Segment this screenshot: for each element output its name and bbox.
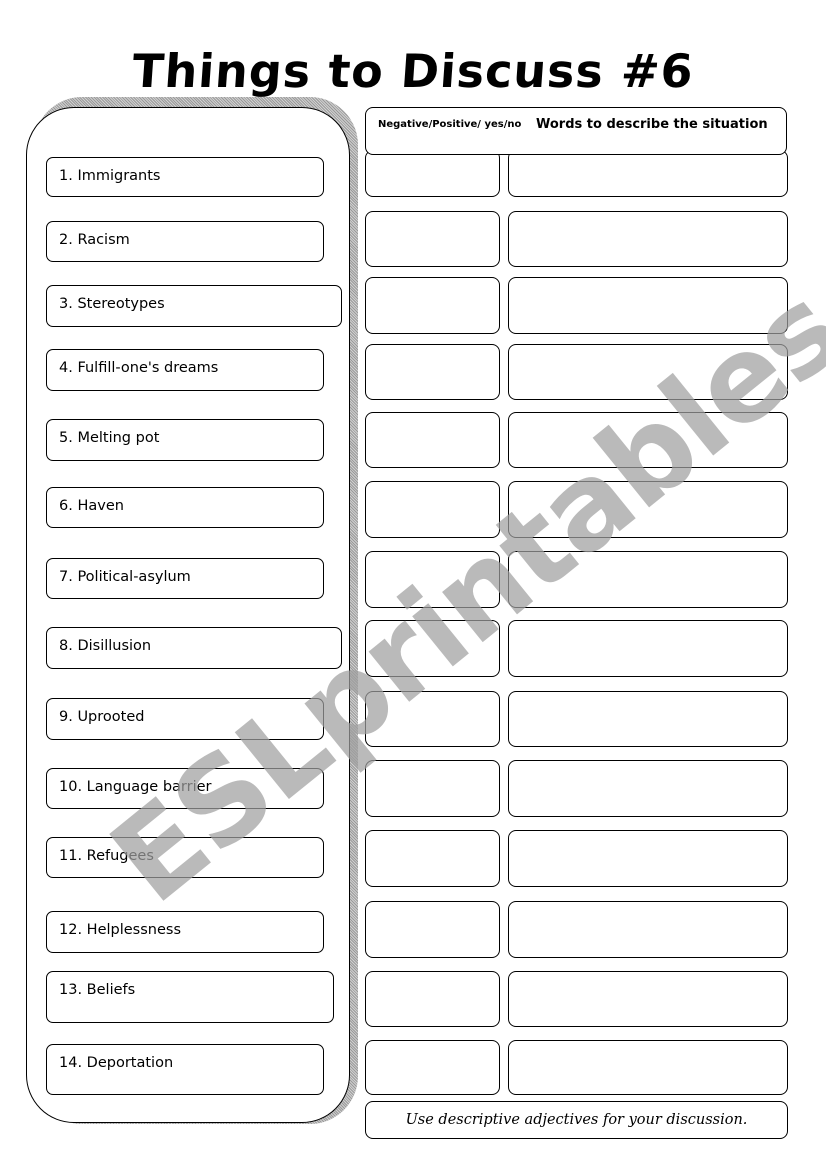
rating-field[interactable] — [365, 620, 500, 677]
rating-field[interactable] — [365, 830, 500, 887]
topic-item: 4. Fulfill-one's dreams — [46, 349, 324, 391]
topic-item: 5. Melting pot — [46, 419, 324, 461]
description-field[interactable] — [508, 901, 788, 958]
worksheet-title: Things to Discuss #6 — [130, 44, 696, 98]
description-field[interactable] — [508, 150, 788, 197]
topic-label: 1. Immigrants — [59, 168, 161, 184]
topic-label: 10. Language barrier — [59, 779, 212, 795]
topic-label: 8. Disillusion — [59, 638, 152, 654]
topic-item: 13. Beliefs — [46, 971, 334, 1023]
rating-field[interactable] — [365, 551, 500, 608]
topic-label: 3. Stereotypes — [59, 296, 165, 312]
description-field[interactable] — [508, 344, 788, 400]
description-field[interactable] — [508, 412, 788, 468]
description-field[interactable] — [508, 830, 788, 887]
topic-item: 3. Stereotypes — [46, 285, 342, 327]
description-column-header: Words to describe the situation — [536, 117, 768, 132]
topic-item: 2. Racism — [46, 221, 324, 262]
rating-field[interactable] — [365, 481, 500, 538]
rating-field[interactable] — [365, 277, 500, 334]
rating-field[interactable] — [365, 150, 500, 197]
description-field[interactable] — [508, 971, 788, 1027]
description-field[interactable] — [508, 551, 788, 608]
rating-field[interactable] — [365, 1040, 500, 1095]
topic-label: 4. Fulfill-one's dreams — [59, 360, 219, 376]
topic-item: 9. Uprooted — [46, 698, 324, 740]
description-field[interactable] — [508, 277, 788, 334]
rating-field[interactable] — [365, 901, 500, 958]
topic-item: 12. Helplessness — [46, 911, 324, 953]
description-field[interactable] — [508, 211, 788, 267]
column-header: Negative/Positive/ yes/no Words to descr… — [365, 107, 787, 155]
topic-item: 1. Immigrants — [46, 157, 324, 197]
description-field[interactable] — [508, 620, 788, 677]
topic-item: 7. Political-asylum — [46, 558, 324, 599]
topic-label: 7. Political-asylum — [59, 569, 191, 585]
rating-field[interactable] — [365, 344, 500, 400]
rating-field[interactable] — [365, 971, 500, 1027]
topic-item: 6. Haven — [46, 487, 324, 528]
description-field[interactable] — [508, 481, 788, 538]
topic-label: 14. Deportation — [59, 1055, 174, 1071]
description-field[interactable] — [508, 1040, 788, 1095]
topic-label: 11. Refugees — [59, 848, 154, 864]
rating-field[interactable] — [365, 412, 500, 468]
topic-item: 14. Deportation — [46, 1044, 324, 1095]
topic-label: 6. Haven — [59, 498, 124, 514]
rating-field[interactable] — [365, 211, 500, 267]
rating-column-header: Negative/Positive/ yes/no — [378, 119, 522, 130]
rating-field[interactable] — [365, 760, 500, 817]
rating-field[interactable] — [365, 691, 500, 747]
description-field[interactable] — [508, 691, 788, 747]
topic-label: 5. Melting pot — [59, 430, 160, 446]
topic-label: 12. Helplessness — [59, 922, 182, 938]
topic-label: 9. Uprooted — [59, 709, 145, 725]
topic-label: 13. Beliefs — [59, 982, 136, 998]
footer-note: Use descriptive adjectives for your disc… — [365, 1101, 788, 1139]
topic-item: 10. Language barrier — [46, 768, 324, 809]
topic-label: 2. Racism — [59, 232, 130, 248]
description-field[interactable] — [508, 760, 788, 817]
topic-item: 11. Refugees — [46, 837, 324, 878]
topic-item: 8. Disillusion — [46, 627, 342, 669]
